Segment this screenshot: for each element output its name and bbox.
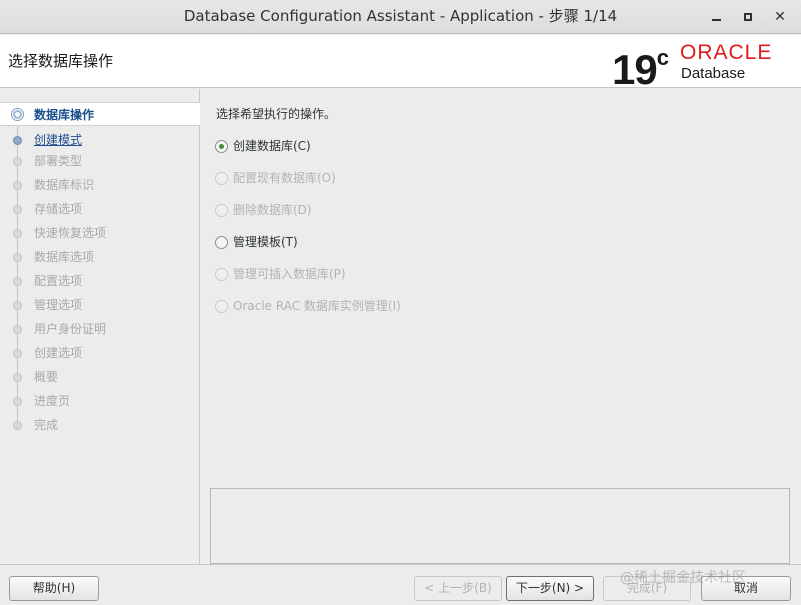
step-navigation: 数据库操作 创建模式 部署类型 数据库标识 存储选项 快速恢复选项 数据库选项 … [0, 89, 200, 564]
option-label: 管理可插入数据库(P) [233, 267, 346, 281]
step-dot-icon [13, 373, 22, 382]
step-dot-icon [13, 301, 22, 310]
nav-step-storage-option: 存储选项 [0, 197, 200, 221]
nav-step-fast-recovery-option: 快速恢复选项 [0, 221, 200, 245]
step-dot-icon [13, 325, 22, 334]
nav-step-label: 创建选项 [34, 346, 83, 360]
oracle-19c-logo: 19c [612, 45, 669, 93]
description-panel [210, 488, 790, 564]
step-dot-icon [13, 277, 22, 286]
step-dot-icon [13, 157, 22, 166]
option-label: 管理模板(T) [233, 235, 298, 249]
nav-step-label: 数据库标识 [34, 178, 95, 192]
maximize-icon [744, 13, 752, 21]
step-current-icon [11, 108, 24, 121]
nav-step-label: 进度页 [34, 394, 71, 408]
radio-icon [215, 268, 228, 281]
oracle-product-label: Database [681, 65, 746, 82]
step-header: 选择数据库操作 19c ORACLE Database [0, 35, 801, 93]
nav-step-database-identification: 数据库标识 [0, 173, 200, 197]
nav-step-label: 数据库操作 [34, 108, 95, 122]
minimize-button[interactable] [704, 5, 728, 29]
close-icon: ✕ [774, 9, 786, 25]
option-label: Oracle RAC 数据库实例管理(I) [233, 299, 401, 313]
step-dot-icon [13, 421, 22, 430]
radio-icon [215, 172, 228, 185]
window-title: Database Configuration Assistant - Appli… [183, 7, 618, 25]
nav-step-database-operation[interactable]: 数据库操作 [0, 102, 200, 126]
nav-step-label: 管理选项 [34, 298, 83, 312]
help-button[interactable]: 帮助(H) [9, 576, 99, 601]
nav-step-creation-option: 创建选项 [0, 341, 200, 365]
step-dot-icon [13, 205, 22, 214]
operation-prompt: 选择希望执行的操作。 [216, 107, 337, 121]
oracle-brand-logo: ORACLE [680, 41, 773, 64]
nav-step-progress-page: 进度页 [0, 389, 200, 413]
minimize-icon [711, 19, 721, 21]
maximize-button[interactable] [736, 5, 760, 29]
step-dot-icon [13, 253, 22, 262]
step-dot-icon [13, 136, 22, 145]
window-titlebar[interactable]: Database Configuration Assistant - Appli… [0, 0, 801, 34]
nav-step-finish: 完成 [0, 413, 200, 437]
step-dot-icon [13, 229, 22, 238]
nav-step-label: 配置选项 [34, 274, 83, 288]
step-dot-icon [13, 397, 22, 406]
nav-step-label: 部署类型 [34, 154, 83, 168]
nav-step-configuration-options: 配置选项 [0, 269, 200, 293]
option-label: 创建数据库(C) [233, 139, 311, 153]
back-button: < 上一步(B) [414, 576, 502, 601]
nav-step-label: 快速恢复选项 [34, 226, 107, 240]
nav-step-label: 存储选项 [34, 202, 83, 216]
radio-checked-icon[interactable] [215, 140, 228, 153]
nav-step-label: 用户身份证明 [34, 322, 107, 336]
page-title: 选择数据库操作 [8, 52, 114, 70]
radio-icon[interactable] [215, 236, 228, 249]
option-label: 配置现有数据库(O) [233, 171, 336, 185]
nav-step-management-options: 管理选项 [0, 293, 200, 317]
step-dot-icon [13, 349, 22, 358]
nav-step-label: 数据库选项 [34, 250, 95, 264]
option-label: 删除数据库(D) [233, 203, 312, 217]
watermark: @稀土掘金技术社区 [620, 570, 746, 586]
main-panel: 选择希望执行的操作。 创建数据库(C) 配置现有数据库(O) 删除数据库(D) … [201, 89, 801, 564]
close-button[interactable]: ✕ [768, 5, 792, 29]
nav-step-summary: 概要 [0, 365, 200, 389]
nav-step-label: 概要 [34, 370, 59, 384]
radio-icon [215, 300, 228, 313]
radio-icon [215, 204, 228, 217]
nav-step-deployment-type: 部署类型 [0, 149, 200, 173]
nav-step-user-credentials: 用户身份证明 [0, 317, 200, 341]
next-button[interactable]: 下一步(N) > [506, 576, 594, 601]
step-dot-icon [13, 181, 22, 190]
nav-step-label: 完成 [34, 418, 59, 432]
nav-step-database-options: 数据库选项 [0, 245, 200, 269]
